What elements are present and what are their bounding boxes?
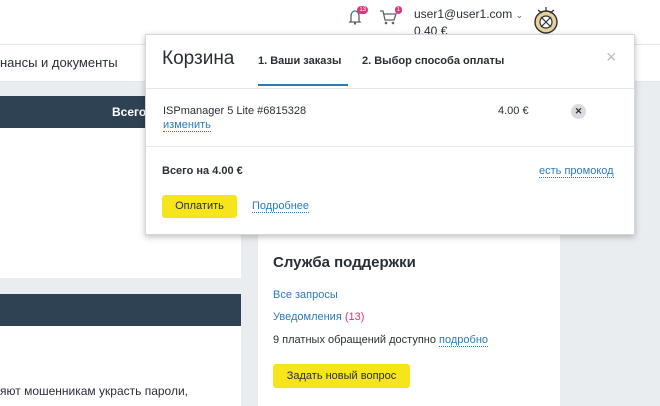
bell-icon[interactable]: 13 [346,6,368,26]
user-email: user1@user1.com [414,7,513,21]
ask-question-button[interactable]: Задать новый вопрос [273,364,410,388]
cart-title: Корзина [162,48,235,69]
paid-requests-text: 9 платных обращений доступно [273,334,436,346]
edit-item-link[interactable]: изменить [163,119,211,132]
cart-total: Всего на 4.00 € [162,165,243,177]
details-link[interactable]: Подробнее [252,200,310,213]
notifications-label: Уведомления [273,311,342,323]
user-menu[interactable]: user1@user1.com ⌄ [414,7,523,21]
security-notice-text: яют мошенникам украсть пароли, [0,384,188,398]
notifications-count: (13) [344,311,365,323]
support-widget: Служба поддержки Все запросы Уведомления… [258,234,560,406]
cart-item-name: ISPmanager 5 Lite #6815328 [163,105,307,117]
remove-icon[interactable]: ✕ [571,104,586,119]
all-requests-link[interactable]: Все запросы [273,289,338,301]
close-icon[interactable]: × [606,47,617,68]
divider [146,88,634,89]
promo-code-link[interactable]: есть промокод [539,165,614,178]
support-title: Служба поддержки [273,254,416,271]
paid-requests-line: 9 платных обращений доступно подробно [273,334,489,347]
panel-header-2 [0,294,241,326]
panel-header-label: Всего [112,105,147,119]
cart-icon[interactable]: 1 [378,6,402,26]
notifications-badge: 13 [357,6,368,14]
tab-payment-method[interactable]: 2. Выбор способа оплаты [362,55,504,67]
paid-requests-more-link[interactable]: подробно [439,334,489,347]
chevron-down-icon: ⌄ [515,10,524,20]
pay-button[interactable]: Оплатить [162,195,237,218]
panel-body-2: яют мошенникам украсть пароли, [0,326,241,406]
notifications-link[interactable]: Уведомления (13) [273,311,364,323]
cart-badge: 1 [394,6,402,14]
cart-popup: Корзина 1. Ваши заказы 2. Выбор способа … [145,34,635,235]
cart-item-price: 4.00 € [498,105,529,117]
nav-finance-docs[interactable]: нансы и документы [0,55,118,70]
divider [146,146,634,147]
active-tab-indicator [258,84,348,86]
tab-your-orders[interactable]: 1. Ваши заказы [258,55,341,67]
